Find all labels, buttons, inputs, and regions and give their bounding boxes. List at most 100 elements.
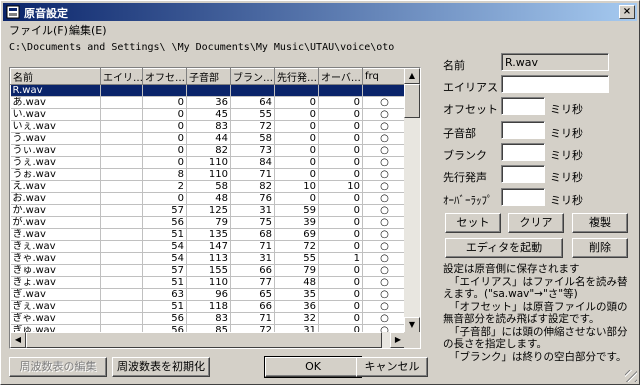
table-cell: 0	[142, 132, 187, 145]
table-row[interactable]: きょ.wav 51 110 77 48 0 ○	[10, 276, 406, 289]
table-cell: ○	[362, 144, 406, 157]
table-row[interactable]: きぇ.wav 54 147 71 72 0 ○	[10, 240, 406, 253]
table-row[interactable]: いぇ.wav 0 83 72 0 0 ○	[10, 120, 406, 133]
table-cell: きょ.wav	[10, 276, 101, 289]
table-cell: 147	[186, 240, 231, 253]
table-cell: 0	[274, 192, 319, 205]
table-row[interactable]: か.wav 57 125 31 59 0 ○	[10, 204, 406, 217]
table-cell	[142, 84, 187, 97]
vertical-scroll-thumb[interactable]	[404, 84, 420, 118]
table-cell: 0	[318, 120, 363, 133]
alias-input[interactable]	[501, 75, 609, 93]
consonant-label: 子音部	[443, 127, 476, 140]
column-header[interactable]: 名前	[10, 68, 101, 85]
table-cell: 2	[142, 180, 187, 193]
column-header[interactable]: エイリ…	[100, 68, 143, 85]
column-header[interactable]: frq	[362, 68, 406, 85]
table-row[interactable]: あ.wav 0 36 64 0 0 ○	[10, 96, 406, 109]
note-line: 「子音部」には頭の伸縮させない部分の長さを指定します。	[443, 325, 628, 351]
ok-button[interactable]: OK	[264, 356, 362, 378]
table-row[interactable]: うぇ.wav 0 110 84 0 0 ○	[10, 156, 406, 169]
clear-button[interactable]: クリア	[508, 213, 564, 233]
table-row[interactable]: え.wav 2 58 82 10 10 ○	[10, 180, 406, 193]
table-cell: 0	[318, 108, 363, 121]
launch-editor-button[interactable]: エディタを起動	[445, 238, 563, 258]
column-header[interactable]: 子音部	[186, 68, 231, 85]
menu-file[interactable]: ファイル(F)	[9, 22, 68, 38]
column-header[interactable]: オフセ…	[142, 68, 187, 85]
horizontal-scroll-thumb[interactable]	[26, 332, 382, 348]
table-cell: 51	[142, 228, 187, 241]
table-cell: ○	[362, 240, 406, 253]
table-cell: 36	[274, 300, 319, 313]
scroll-down-button[interactable]: ▼	[404, 317, 420, 333]
preutterance-input[interactable]	[501, 165, 545, 183]
alias-label: エイリアス	[443, 81, 498, 94]
table-cell: ○	[362, 264, 406, 277]
table-row[interactable]: が.wav 56 79 75 39 0 ○	[10, 216, 406, 229]
horizontal-scrollbar[interactable]: ◀ ▶	[10, 332, 406, 348]
table-cell: 57	[142, 264, 187, 277]
scroll-left-button[interactable]: ◀	[10, 332, 26, 348]
table-cell: 0	[274, 168, 319, 181]
name-label: 名前	[443, 59, 465, 72]
table-row[interactable]: ぎ.wav 63 96 65 35 0 ○	[10, 288, 406, 301]
voice-folder-path: C:\Documents and Settings\ \My Documents…	[9, 42, 395, 53]
table-cell: 58	[230, 132, 275, 145]
table-row[interactable]: きゅ.wav 57 155 66 79 0 ○	[10, 264, 406, 277]
table-cell	[100, 240, 143, 253]
delete-button[interactable]: 削除	[572, 238, 628, 258]
table-cell: 45	[186, 108, 231, 121]
table-cell: 0	[318, 156, 363, 169]
resize-grip[interactable]	[625, 370, 637, 382]
cancel-button[interactable]: キャンセル	[356, 357, 428, 377]
scroll-up-button[interactable]: ▲	[404, 68, 420, 84]
menu-edit[interactable]: 編集(E)	[69, 22, 107, 38]
table-cell	[100, 228, 143, 241]
table-row[interactable]: R.wav	[10, 84, 406, 97]
table-cell: 125	[186, 204, 231, 217]
table-row[interactable]: き.wav 51 135 68 69 0 ○	[10, 228, 406, 241]
offset-label: オフセット	[443, 103, 498, 116]
table-cell: 110	[186, 168, 231, 181]
table-cell: 63	[142, 288, 187, 301]
column-header[interactable]: ブラン…	[230, 68, 275, 85]
table-cell: 0	[318, 132, 363, 145]
table-row[interactable]: うぉ.wav 8 110 71 0 0 ○	[10, 168, 406, 181]
table-cell: 96	[186, 288, 231, 301]
blank-input[interactable]	[501, 143, 545, 161]
table-cell: 113	[186, 252, 231, 265]
offset-input[interactable]	[501, 97, 545, 115]
column-header[interactable]: オーバ…	[318, 68, 363, 85]
table-row[interactable]: ぎぇ.wav 51 118 66 36 0 ○	[10, 300, 406, 313]
table-cell	[100, 168, 143, 181]
table-cell: ○	[362, 180, 406, 193]
table-cell	[100, 96, 143, 109]
table-cell: 73	[230, 144, 275, 157]
consonant-input[interactable]	[501, 121, 545, 139]
column-header[interactable]: 先行発…	[274, 68, 319, 85]
table-row[interactable]: お.wav 0 48 76 0 0 ○	[10, 192, 406, 205]
table-cell: 35	[274, 288, 319, 301]
title-bar[interactable]: 原音設定 ×	[3, 3, 637, 21]
vertical-scrollbar[interactable]: ▲ ▼	[404, 68, 420, 333]
table-cell: 59	[274, 204, 319, 217]
table-cell: 48	[186, 192, 231, 205]
table-row[interactable]: きゃ.wav 54 113 31 55 1 ○	[10, 252, 406, 265]
table-row[interactable]: ぎゃ.wav 56 83 71 32 0 ○	[10, 312, 406, 325]
table-row[interactable]: う.wav 0 44 58 0 0 ○	[10, 132, 406, 145]
table-cell: 69	[274, 228, 319, 241]
overlap-input[interactable]	[501, 188, 545, 206]
table-row[interactable]: い.wav 0 45 55 0 0 ○	[10, 108, 406, 121]
table-cell: 0	[274, 132, 319, 145]
init-frequency-table-button[interactable]: 周波数表を初期化	[112, 357, 210, 377]
table-cell: 0	[318, 228, 363, 241]
table-cell: 0	[318, 312, 363, 325]
table-cell: 110	[186, 156, 231, 169]
edit-frequency-table-button[interactable]: 周波数表の編集	[9, 357, 107, 377]
set-button[interactable]: セット	[445, 213, 501, 233]
oto-table[interactable]: 名前 エイリ… オフセ… 子音部 ブラン… 先行発… オーバ… frq R.wav あ.wav 0…	[9, 67, 421, 349]
close-button[interactable]: ×	[619, 5, 635, 19]
table-row[interactable]: うぃ.wav 0 82 73 0 0 ○	[10, 144, 406, 157]
duplicate-button[interactable]: 複製	[572, 213, 628, 233]
